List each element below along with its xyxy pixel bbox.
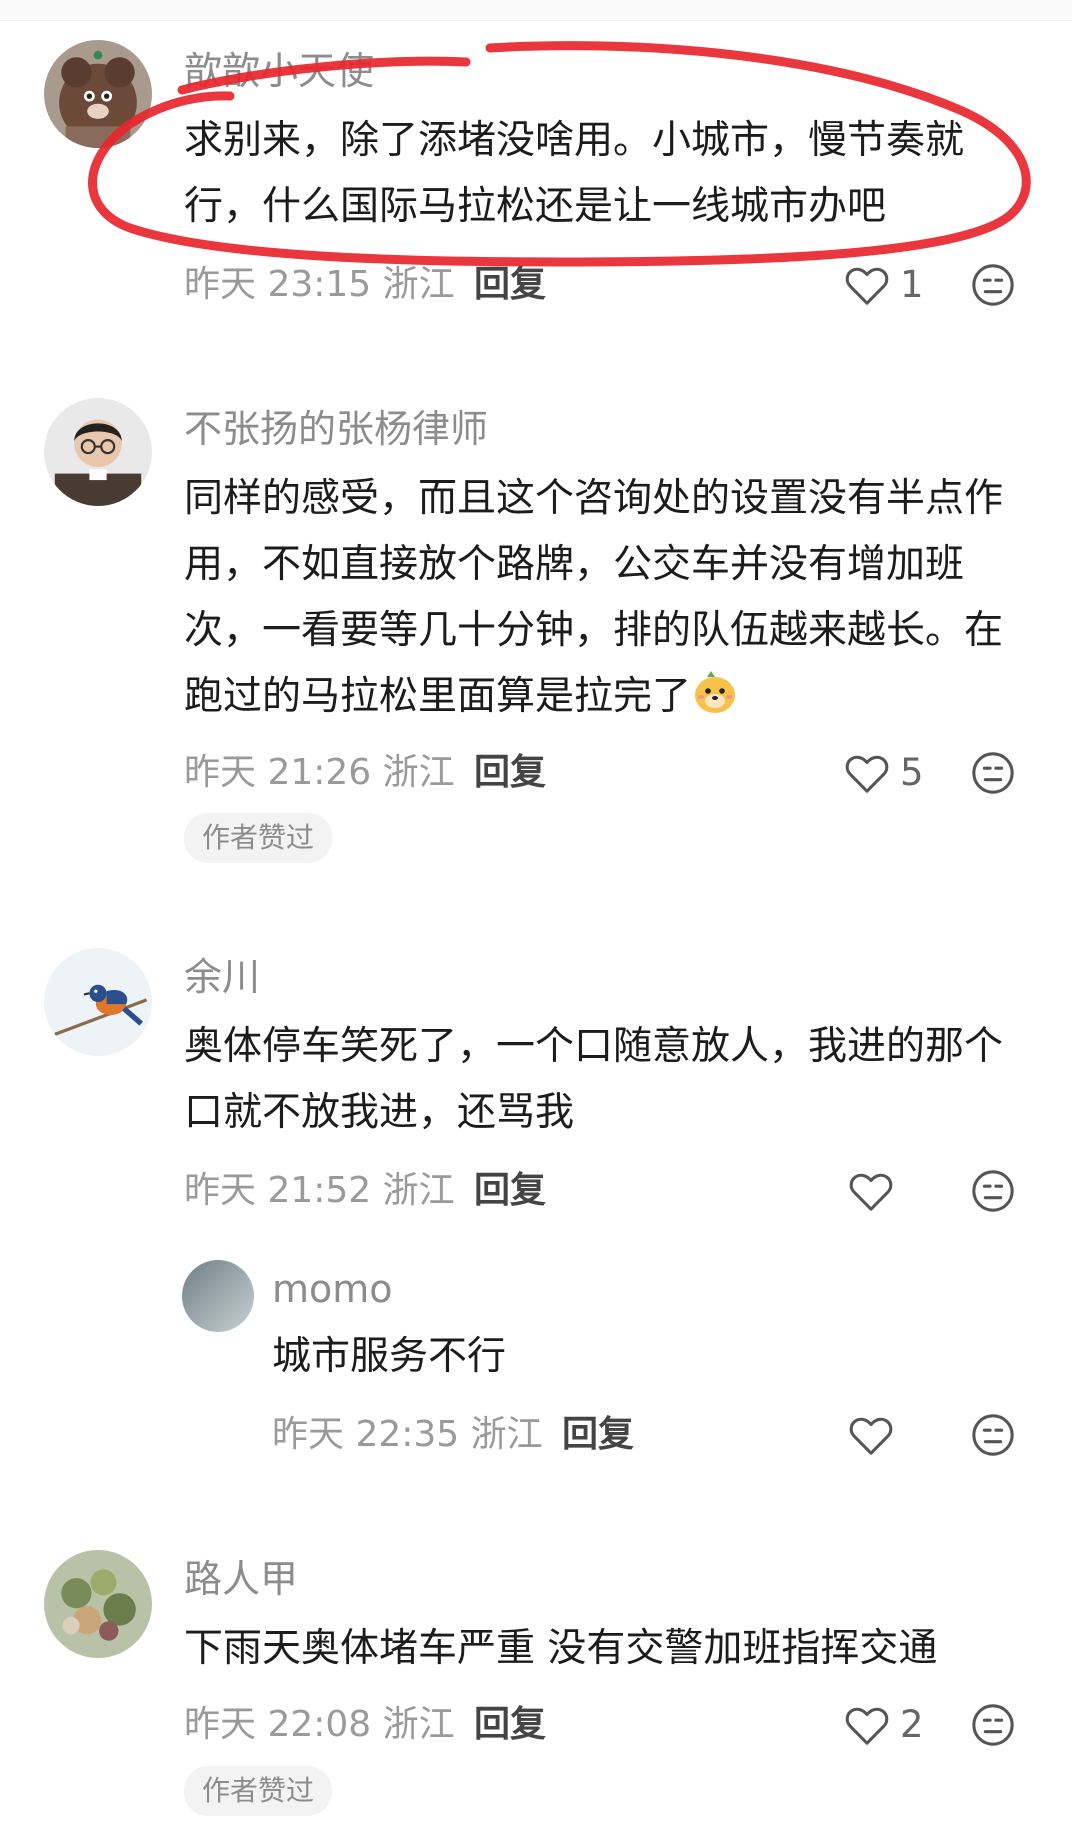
- author-liked-badge: 作者赞过: [184, 813, 333, 863]
- avatar[interactable]: [44, 40, 152, 148]
- like-button[interactable]: 1: [844, 260, 964, 310]
- comment-time-location: 昨天 22:08 浙江: [184, 1704, 455, 1745]
- meh-face-icon[interactable]: [970, 1702, 1016, 1748]
- like-count: 5: [900, 751, 924, 794]
- heart-outline-icon: [845, 267, 889, 305]
- comment-text: 下雨天奥体堵车严重 没有交警加班指挥交通: [184, 1626, 938, 1671]
- like-button[interactable]: [848, 1166, 968, 1216]
- reply-author[interactable]: momo: [272, 1266, 393, 1312]
- reply-text: 城市服务不行: [272, 1334, 507, 1379]
- reply-time-location: 昨天 22:35 浙江: [272, 1414, 543, 1455]
- comment-text: 同样的感受，而且这个咨询处的设置没有半点作用，不如直接放个路牌，公交车并没有增加…: [184, 466, 1034, 730]
- comment-author[interactable]: 不张扬的张杨律师: [184, 406, 488, 452]
- reply-button[interactable]: 回复: [474, 1168, 546, 1214]
- meh-face-icon[interactable]: [970, 262, 1016, 308]
- comment-text: 奥体停车笑死了，一个口随意放人，我进的那个口就不放我进，还骂我: [184, 1024, 1004, 1135]
- meh-face-icon[interactable]: [970, 1168, 1016, 1214]
- reply-button[interactable]: 回复: [562, 1412, 634, 1458]
- comment-author[interactable]: 余川: [184, 954, 260, 1000]
- comment-text-body: 同样的感受，而且这个咨询处的设置没有半点作用，不如直接放个路牌，公交车并没有增加…: [184, 476, 1004, 719]
- avatar[interactable]: [44, 1550, 152, 1658]
- comment-time-location: 昨天 21:26 浙江: [184, 752, 455, 793]
- heart-outline-icon: [849, 1417, 893, 1455]
- heart-outline-icon: [845, 755, 889, 793]
- comment-text: 求别来，除了添堵没啥用。小城市，慢节奏就行，什么国际马拉松还是让一线城市办吧: [184, 118, 965, 229]
- comment-author[interactable]: 歆歆小天使: [184, 48, 374, 94]
- avatar[interactable]: [44, 398, 152, 506]
- top-divider: [0, 0, 1072, 21]
- like-button[interactable]: [848, 1410, 968, 1460]
- avatar[interactable]: [182, 1260, 254, 1332]
- comment-time-location: 昨天 21:52 浙江: [184, 1170, 455, 1211]
- dog-face-emoji: [695, 671, 736, 713]
- like-button[interactable]: 5: [844, 748, 964, 798]
- heart-outline-icon: [849, 1173, 893, 1211]
- reply-button[interactable]: 回复: [474, 1702, 546, 1748]
- reply-button[interactable]: 回复: [474, 262, 546, 308]
- like-count: 1: [900, 263, 924, 306]
- avatar[interactable]: [44, 948, 152, 1056]
- meh-face-icon[interactable]: [970, 750, 1016, 796]
- comment-author[interactable]: 路人甲: [184, 1556, 298, 1602]
- reply-button[interactable]: 回复: [474, 750, 546, 796]
- like-button[interactable]: 2: [844, 1700, 964, 1750]
- heart-outline-icon: [845, 1707, 889, 1745]
- like-count: 2: [900, 1703, 924, 1746]
- comment-time-location: 昨天 23:15 浙江: [184, 264, 455, 305]
- author-liked-badge: 作者赞过: [184, 1766, 333, 1816]
- meh-face-icon[interactable]: [970, 1412, 1016, 1458]
